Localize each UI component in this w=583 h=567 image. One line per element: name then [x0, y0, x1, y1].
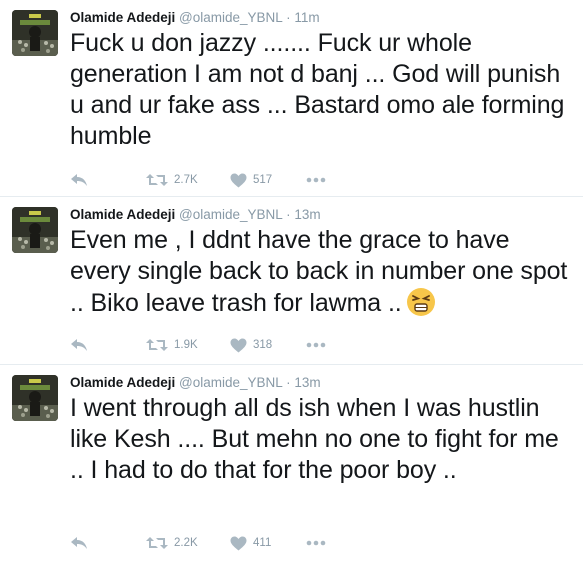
- reply-button[interactable]: [70, 338, 146, 352]
- username[interactable]: @olamide_YBNL: [179, 10, 282, 25]
- retweet-button[interactable]: 2.7K: [146, 173, 230, 187]
- more-button[interactable]: [306, 177, 326, 183]
- like-count: 517: [253, 174, 273, 186]
- avatar[interactable]: [12, 207, 58, 253]
- like-button[interactable]: 318: [230, 338, 306, 353]
- tweet-header: Olamide Adedeji @olamide_YBNL · 13m: [70, 375, 571, 391]
- separator: ·: [286, 375, 291, 390]
- like-button[interactable]: 517: [230, 173, 306, 188]
- more-dots-icon: [306, 540, 326, 546]
- tweet-actions: 2.7K 517: [70, 162, 326, 198]
- retweet-button[interactable]: 1.9K: [146, 338, 230, 352]
- display-name[interactable]: Olamide Adedeji: [70, 375, 175, 390]
- retweet-button[interactable]: 2.2K: [146, 536, 230, 550]
- retweet-icon: [146, 338, 168, 352]
- more-button[interactable]: [306, 342, 326, 348]
- username[interactable]: @olamide_YBNL: [179, 375, 282, 390]
- heart-icon: [230, 338, 247, 353]
- like-count: 411: [253, 537, 272, 549]
- persevering-face-emoji: [406, 287, 436, 325]
- tweet-text-body: Even me , I ddnt have the grace to have …: [70, 226, 568, 317]
- heart-icon: [230, 173, 247, 188]
- tweet-header: Olamide Adedeji @olamide_YBNL · 11m: [70, 10, 571, 26]
- tweet-text: Even me , I ddnt have the grace to have …: [70, 225, 571, 325]
- like-button[interactable]: 411: [230, 536, 306, 551]
- retweet-icon: [146, 536, 168, 550]
- tweet[interactable]: Olamide Adedeji @olamide_YBNL · 11m Fuck…: [0, 0, 583, 197]
- retweet-count: 2.2K: [174, 537, 198, 549]
- timeline: Olamide Adedeji @olamide_YBNL · 11m Fuck…: [0, 0, 583, 567]
- reply-arrow-icon: [70, 338, 88, 352]
- heart-icon: [230, 536, 247, 551]
- tweet[interactable]: Olamide Adedeji @olamide_YBNL · 13m I we…: [0, 365, 583, 567]
- timestamp[interactable]: 13m: [294, 207, 320, 222]
- more-dots-icon: [306, 177, 326, 183]
- reply-button[interactable]: [70, 173, 146, 187]
- tweet-actions: 1.9K 318: [70, 327, 326, 363]
- timestamp[interactable]: 13m: [294, 375, 320, 390]
- reply-arrow-icon: [70, 173, 88, 187]
- more-dots-icon: [306, 342, 326, 348]
- avatar[interactable]: [12, 375, 58, 421]
- like-count: 318: [253, 339, 273, 351]
- display-name[interactable]: Olamide Adedeji: [70, 207, 175, 222]
- tweet-text: Fuck u don jazzy ....... Fuck ur whole g…: [70, 29, 565, 150]
- username[interactable]: @olamide_YBNL: [179, 207, 282, 222]
- tweet-header: Olamide Adedeji @olamide_YBNL · 13m: [70, 207, 571, 223]
- separator: ·: [286, 207, 291, 222]
- display-name[interactable]: Olamide Adedeji: [70, 10, 175, 25]
- retweet-count: 2.7K: [174, 174, 198, 186]
- reply-arrow-icon: [70, 536, 88, 550]
- retweet-icon: [146, 173, 168, 187]
- avatar[interactable]: [12, 10, 58, 56]
- timestamp[interactable]: 11m: [294, 10, 319, 25]
- tweet-text: I went through all ds ish when I was hus…: [70, 394, 559, 484]
- tweet[interactable]: Olamide Adedeji @olamide_YBNL · 13m Even…: [0, 197, 583, 365]
- more-button[interactable]: [306, 540, 326, 546]
- reply-button[interactable]: [70, 536, 146, 550]
- tweet-actions: 2.2K 411: [70, 525, 326, 561]
- separator: ·: [286, 10, 291, 25]
- retweet-count: 1.9K: [174, 339, 198, 351]
